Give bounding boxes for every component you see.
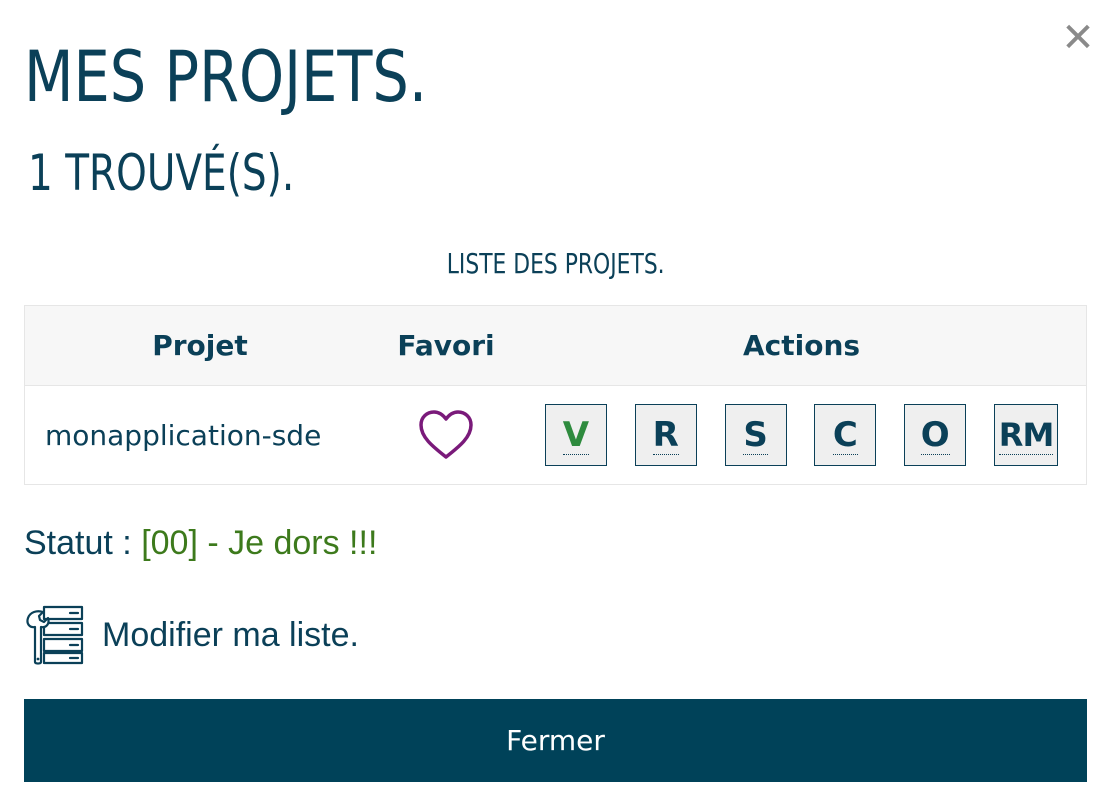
- modify-list-link[interactable]: Modifier ma liste.: [24, 604, 359, 666]
- action-button-r[interactable]: R: [634, 404, 697, 466]
- results-count: 1 TROUVÉ(S).: [28, 144, 295, 202]
- action-button-c[interactable]: C: [814, 404, 877, 466]
- projects-table: Projet Favori Actions monapplication-sde…: [24, 305, 1087, 485]
- table-caption: LISTE DES PROJETS.: [446, 247, 665, 280]
- actions-cell: V R S C O RM: [517, 404, 1086, 466]
- modify-list-label: Modifier ma liste.: [102, 615, 359, 654]
- table-header: Projet Favori Actions: [25, 306, 1086, 386]
- status-value: [00] - Je dors !!!: [141, 524, 378, 562]
- action-button-rm[interactable]: RM: [994, 404, 1059, 466]
- column-header-favori: Favori: [397, 329, 495, 362]
- action-button-s[interactable]: S: [724, 404, 787, 466]
- status-line: Statut : [00] - Je dors !!!: [24, 520, 377, 566]
- page-title: MES PROJETS.: [24, 36, 428, 118]
- action-button-o[interactable]: O: [904, 404, 967, 466]
- close-icon[interactable]: ✕: [1058, 18, 1098, 58]
- close-button[interactable]: Fermer: [24, 699, 1087, 782]
- table-row: monapplication-sde V R S C O RM: [25, 386, 1086, 484]
- server-wrench-icon: [26, 605, 84, 665]
- heart-outline-icon[interactable]: [418, 409, 474, 461]
- project-name: monapplication-sde: [45, 418, 322, 452]
- column-header-projet: Projet: [152, 329, 248, 362]
- status-label: Statut :: [24, 524, 142, 562]
- projects-modal: ✕ MES PROJETS. 1 TROUVÉ(S). LISTE DES PR…: [0, 0, 1112, 797]
- column-header-actions: Actions: [742, 329, 861, 362]
- favorite-cell: [375, 409, 517, 461]
- action-button-v[interactable]: V: [544, 404, 607, 466]
